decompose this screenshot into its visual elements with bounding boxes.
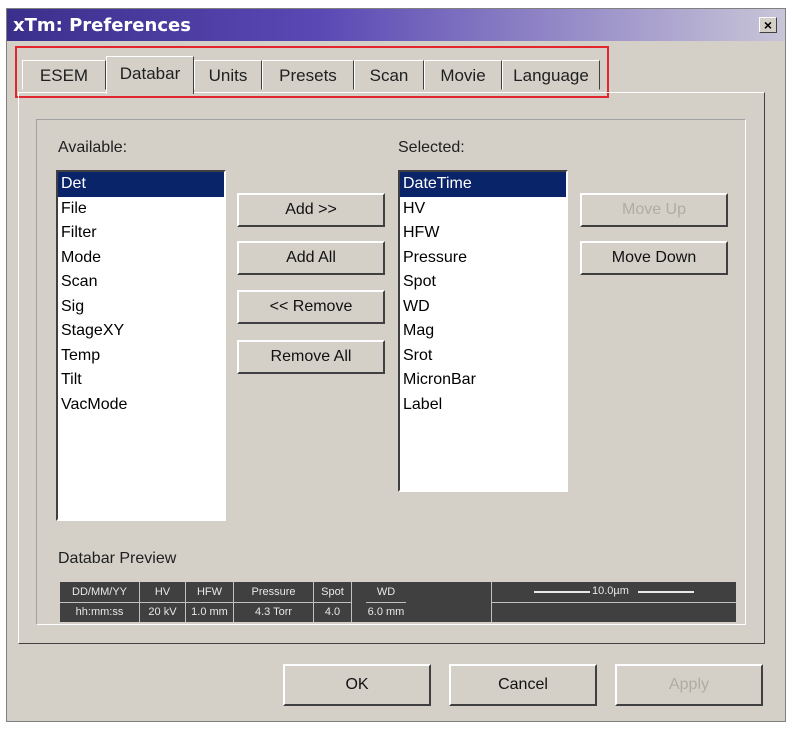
remove-all-button[interactable]: Remove All [237, 340, 385, 374]
list-item[interactable]: Mag [400, 319, 566, 344]
preview-cell-wd: WD 6.0 mm [352, 582, 492, 622]
list-item[interactable]: Sig [58, 295, 224, 320]
preview-cell-top: DD/MM/YY [60, 582, 139, 603]
add-all-button[interactable]: Add All [237, 241, 385, 275]
scale-line-right [638, 591, 694, 593]
databar-preview-label: Databar Preview [58, 550, 177, 567]
preview-cell-top: Pressure [234, 582, 313, 603]
scale-line-left [534, 591, 590, 593]
list-item[interactable]: Mode [58, 246, 224, 271]
list-item[interactable]: Pressure [400, 246, 566, 271]
preview-cell-bottom: hh:mm:ss [75, 606, 124, 618]
preview-cell-top: WD [366, 582, 406, 603]
list-item[interactable]: StageXY [58, 319, 224, 344]
list-item[interactable]: Filter [58, 221, 224, 246]
list-item[interactable]: Scan [58, 270, 224, 295]
selected-list[interactable]: DateTime HV HFW Pressure Spot WD Mag Srot Micron… [398, 170, 568, 492]
apply-button[interactable]: Apply [615, 664, 763, 706]
selected-label: Selected: [398, 139, 465, 156]
scale-label: 10.0µm [592, 585, 629, 597]
list-item[interactable]: DateTime [400, 172, 566, 197]
list-item[interactable]: VacMode [58, 393, 224, 418]
preview-cell-bottom: 20 kV [148, 606, 177, 618]
preview-cell-datetime: DD/MM/YY hh:mm:ss [60, 582, 140, 622]
preview-cell-top: Spot [314, 582, 351, 603]
list-item[interactable]: Tilt [58, 368, 224, 393]
tab-databar[interactable]: Databar [106, 56, 194, 94]
list-item[interactable]: Label [400, 393, 566, 418]
preview-cell-pressure: Pressure 4.3 Torr [234, 582, 314, 622]
cancel-button[interactable]: Cancel [449, 664, 597, 706]
ok-button[interactable]: OK [283, 664, 431, 706]
preview-cell-bottom: 4.3 Torr [254, 606, 293, 618]
available-label: Available: [58, 139, 128, 156]
list-item[interactable]: HV [400, 197, 566, 222]
title-bar[interactable]: xTm: Preferences × [7, 9, 785, 41]
list-item[interactable]: File [58, 197, 224, 222]
preview-cell-bottom: 6.0 mm [367, 606, 405, 618]
tab-highlight-box [15, 46, 609, 98]
preview-scale-bar: 10.0µm [492, 582, 736, 603]
add-button[interactable]: Add >> [237, 193, 385, 227]
list-item[interactable]: WD [400, 295, 566, 320]
preview-cell-hfw: HFW 1.0 mm [186, 582, 234, 622]
list-item[interactable]: Det [58, 172, 224, 197]
list-item[interactable]: Srot [400, 344, 566, 369]
preview-cell-bottom: 1.0 mm [191, 606, 228, 618]
preview-cell-hv: HV 20 kV [140, 582, 186, 622]
remove-button[interactable]: << Remove [237, 290, 385, 324]
list-item[interactable]: MicronBar [400, 368, 566, 393]
preview-cell-bottom: 4.0 [324, 606, 341, 618]
databar-preview: DD/MM/YY hh:mm:ss HV 20 kV HFW 1.0 mm Pr… [60, 582, 736, 622]
window-title: xTm: Preferences [13, 15, 191, 36]
list-item[interactable]: Temp [58, 344, 224, 369]
list-item[interactable]: HFW [400, 221, 566, 246]
preview-cell-spot: Spot 4.0 [314, 582, 352, 622]
preview-cell-top: HFW [186, 582, 233, 603]
preview-cell-top: HV [140, 582, 185, 603]
move-up-button[interactable]: Move Up [580, 193, 728, 227]
move-down-button[interactable]: Move Down [580, 241, 728, 275]
close-button[interactable]: × [759, 17, 777, 33]
list-item[interactable]: Spot [400, 270, 566, 295]
available-list[interactable]: Det File Filter Mode Scan Sig StageXY Temp Tilt V… [56, 170, 226, 521]
